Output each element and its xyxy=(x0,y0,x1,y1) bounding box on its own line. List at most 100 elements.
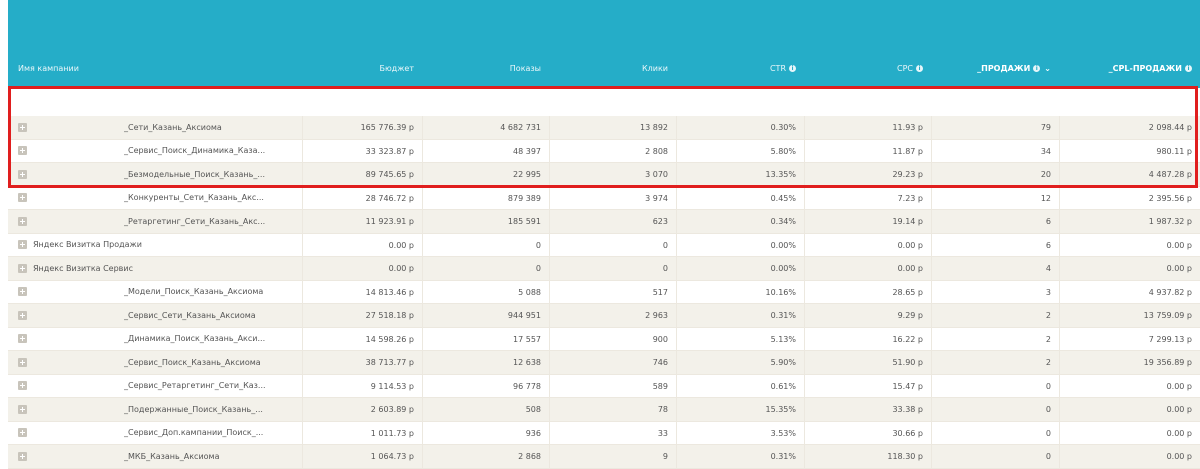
info-icon[interactable]: i xyxy=(1033,64,1041,72)
campaign-name[interactable]: _Сервис_Поиск_Казань_Аксиома xyxy=(124,351,261,374)
ctr-cell: 15.35% xyxy=(676,398,804,421)
column-header-budget[interactable]: Бюджет xyxy=(302,64,422,73)
expand-plus-icon[interactable] xyxy=(18,169,27,179)
expand-plus-icon[interactable] xyxy=(18,193,27,203)
ctr-cell: 3.53% xyxy=(676,421,804,444)
column-header-campaign-name[interactable]: Имя кампании xyxy=(8,64,302,73)
budget-cell: 33 323.87 р xyxy=(302,139,422,162)
campaign-name[interactable]: _Сети_Казань_Аксиома xyxy=(124,116,222,139)
campaign-name-cell: _Конкуренты_Сети_Казань_Акс... xyxy=(8,187,302,210)
campaign-name[interactable]: _Подержанные_Поиск_Казань_... xyxy=(124,398,263,421)
campaign-name-cell: _МКБ_Казань_Аксиома xyxy=(8,445,302,468)
table-row[interactable]: _Конкуренты_Сети_Казань_Акс... 28 746.72 … xyxy=(8,186,1200,210)
ctr-cell: 0.31% xyxy=(676,304,804,327)
table-row[interactable]: _Сервис_Доп.кампании_Поиск_... 1 011.73 р… xyxy=(8,421,1200,445)
budget-cell: 14 598.26 р xyxy=(302,327,422,350)
table-row[interactable]: _Сети_Казань_Аксиома 165 776.39 р4 682 73… xyxy=(8,116,1200,140)
expand-plus-icon[interactable] xyxy=(18,381,27,391)
cpc-cell: 9.29 р xyxy=(804,304,931,327)
expand-plus-icon[interactable] xyxy=(18,287,27,297)
clicks-cell: 746 xyxy=(549,351,676,374)
campaign-name-cell: _Сети_Казань_Аксиома xyxy=(8,116,302,139)
table-header-row: Имя кампании Бюджет Показы Клики CTR i CP… xyxy=(8,48,1200,88)
campaign-name-cell: _Безмодельные_Поиск_Казань_... xyxy=(8,163,302,186)
expand-plus-icon[interactable] xyxy=(18,404,27,414)
campaign-name[interactable]: _Сервис_Ретаргетинг_Сети_Каз... xyxy=(124,375,266,398)
campaign-name[interactable]: _Сервис_Поиск_Динамика_Каза... xyxy=(124,140,265,163)
sales-cell: 6 xyxy=(931,210,1059,233)
budget-cell: 165 776.39 р xyxy=(302,116,422,139)
ctr-cell: 0.61% xyxy=(676,374,804,397)
column-header-cpc[interactable]: CPC i xyxy=(804,64,931,73)
table-row[interactable]: _Сервис_Поиск_Динамика_Каза... 33 323.87 … xyxy=(8,139,1200,163)
campaign-name[interactable]: Яндекс Визитка Продажи xyxy=(33,234,142,257)
clicks-cell: 517 xyxy=(549,280,676,303)
cpc-cell: 15.47 р xyxy=(804,374,931,397)
ctr-cell: 0.31% xyxy=(676,445,804,468)
expand-plus-icon[interactable] xyxy=(18,310,27,320)
table-row[interactable]: _Сервис_Сети_Казань_Аксиома 27 518.18 р 94… xyxy=(8,304,1200,328)
table-row[interactable]: _Ретаргетинг_Сети_Казань_Акс... 11 923.91… xyxy=(8,210,1200,234)
sales-cell: 3 xyxy=(931,280,1059,303)
campaign-name[interactable]: _Конкуренты_Сети_Казань_Акс... xyxy=(124,187,264,210)
impressions-cell: 2 868 xyxy=(422,445,549,468)
budget-cell: 28 746.72 р xyxy=(302,186,422,209)
cpc-cell: 0.00 р xyxy=(804,233,931,256)
expand-plus-icon[interactable] xyxy=(18,357,27,367)
budget-cell: 11 923.91 р xyxy=(302,210,422,233)
cpl-sales-cell: 0.00 р xyxy=(1059,233,1200,256)
column-header-clicks[interactable]: Клики xyxy=(549,64,676,73)
sales-cell: 34 xyxy=(931,139,1059,162)
column-header-impressions[interactable]: Показы xyxy=(422,64,549,73)
campaign-name[interactable]: _Модели_Поиск_Казань_Аксиома xyxy=(124,281,263,304)
expand-plus-icon[interactable] xyxy=(18,122,27,132)
campaign-name[interactable]: _Динамика_Поиск_Казань_Акси... xyxy=(124,328,265,351)
campaign-name[interactable]: Яндекс Визитка Сервис xyxy=(33,257,133,280)
ctr-cell: 0.30% xyxy=(676,116,804,139)
expand-plus-icon[interactable] xyxy=(18,451,27,461)
cpl-sales-cell: 0.00 р xyxy=(1059,445,1200,468)
campaign-name[interactable]: _Ретаргетинг_Сети_Казань_Акс... xyxy=(124,210,265,233)
table-row[interactable]: _Подержанные_Поиск_Казань_... 2 603.89 р5… xyxy=(8,398,1200,422)
budget-cell: 27 518.18 р xyxy=(302,304,422,327)
campaign-name[interactable]: _Безмодельные_Поиск_Казань_... xyxy=(124,163,265,186)
clicks-cell: 9 xyxy=(549,445,676,468)
chevron-down-icon[interactable]: ⌄ xyxy=(1044,64,1051,73)
expand-plus-icon[interactable] xyxy=(18,240,27,250)
table-row[interactable]: _Динамика_Поиск_Казань_Акси... 14 598.26 … xyxy=(8,327,1200,351)
column-header-ctr[interactable]: CTR i xyxy=(676,64,804,73)
budget-cell: 9 114.53 р xyxy=(302,374,422,397)
info-icon[interactable]: i xyxy=(916,64,923,72)
expand-plus-icon[interactable] xyxy=(18,146,27,156)
expand-plus-icon[interactable] xyxy=(18,216,27,226)
impressions-cell: 944 951 xyxy=(422,304,549,327)
table-row[interactable]: _Модели_Поиск_Казань_Аксиома 14 813.46 р5… xyxy=(8,280,1200,304)
sales-cell: 6 xyxy=(931,233,1059,256)
table-row[interactable]: Яндекс Визитка Сервис 0.00 р 0 0 0.00% 0.00 р… xyxy=(8,257,1200,281)
budget-cell: 38 713.77 р xyxy=(302,351,422,374)
campaign-name[interactable]: _МКБ_Казань_Аксиома xyxy=(124,445,220,468)
campaign-name[interactable]: _Сервис_Сети_Казань_Аксиома xyxy=(124,304,256,327)
table-row[interactable]: _МКБ_Казань_Аксиома 1 064.73 р2 868 9 0.31%… xyxy=(8,445,1200,469)
impressions-cell: 22 995 xyxy=(422,163,549,186)
info-icon[interactable]: i xyxy=(789,64,796,72)
sales-cell: 79 xyxy=(931,116,1059,139)
clicks-cell: 2 963 xyxy=(549,304,676,327)
expand-plus-icon[interactable] xyxy=(18,428,27,438)
expand-plus-icon[interactable] xyxy=(18,263,27,273)
clicks-cell: 2 808 xyxy=(549,139,676,162)
sales-cell: 2 xyxy=(931,327,1059,350)
table-row[interactable]: _Сервис_Поиск_Казань_Аксиома 38 713.77 р1… xyxy=(8,351,1200,375)
info-icon[interactable]: i xyxy=(1185,64,1192,72)
column-header-cpl-sales[interactable]: _CPL-ПРОДАЖИ i xyxy=(1059,64,1200,73)
impressions-cell: 879 389 xyxy=(422,186,549,209)
table-row[interactable]: _Сервис_Ретаргетинг_Сети_Каз... 9 114.53 … xyxy=(8,374,1200,398)
clicks-cell: 0 xyxy=(549,233,676,256)
cpl-sales-cell: 13 759.09 р xyxy=(1059,304,1200,327)
table-row[interactable]: Яндекс Визитка Продажи 0.00 р 0 0 0.00% 0.00 … xyxy=(8,233,1200,257)
campaign-name[interactable]: _Сервис_Доп.кампании_Поиск_... xyxy=(124,422,263,445)
column-header-sales[interactable]: _ПРОДАЖИ i ⌄ xyxy=(931,64,1059,73)
expand-plus-icon[interactable] xyxy=(18,334,27,344)
table-row[interactable]: _Безмодельные_Поиск_Казань_... 89 745.65 … xyxy=(8,163,1200,187)
clicks-cell: 589 xyxy=(549,374,676,397)
